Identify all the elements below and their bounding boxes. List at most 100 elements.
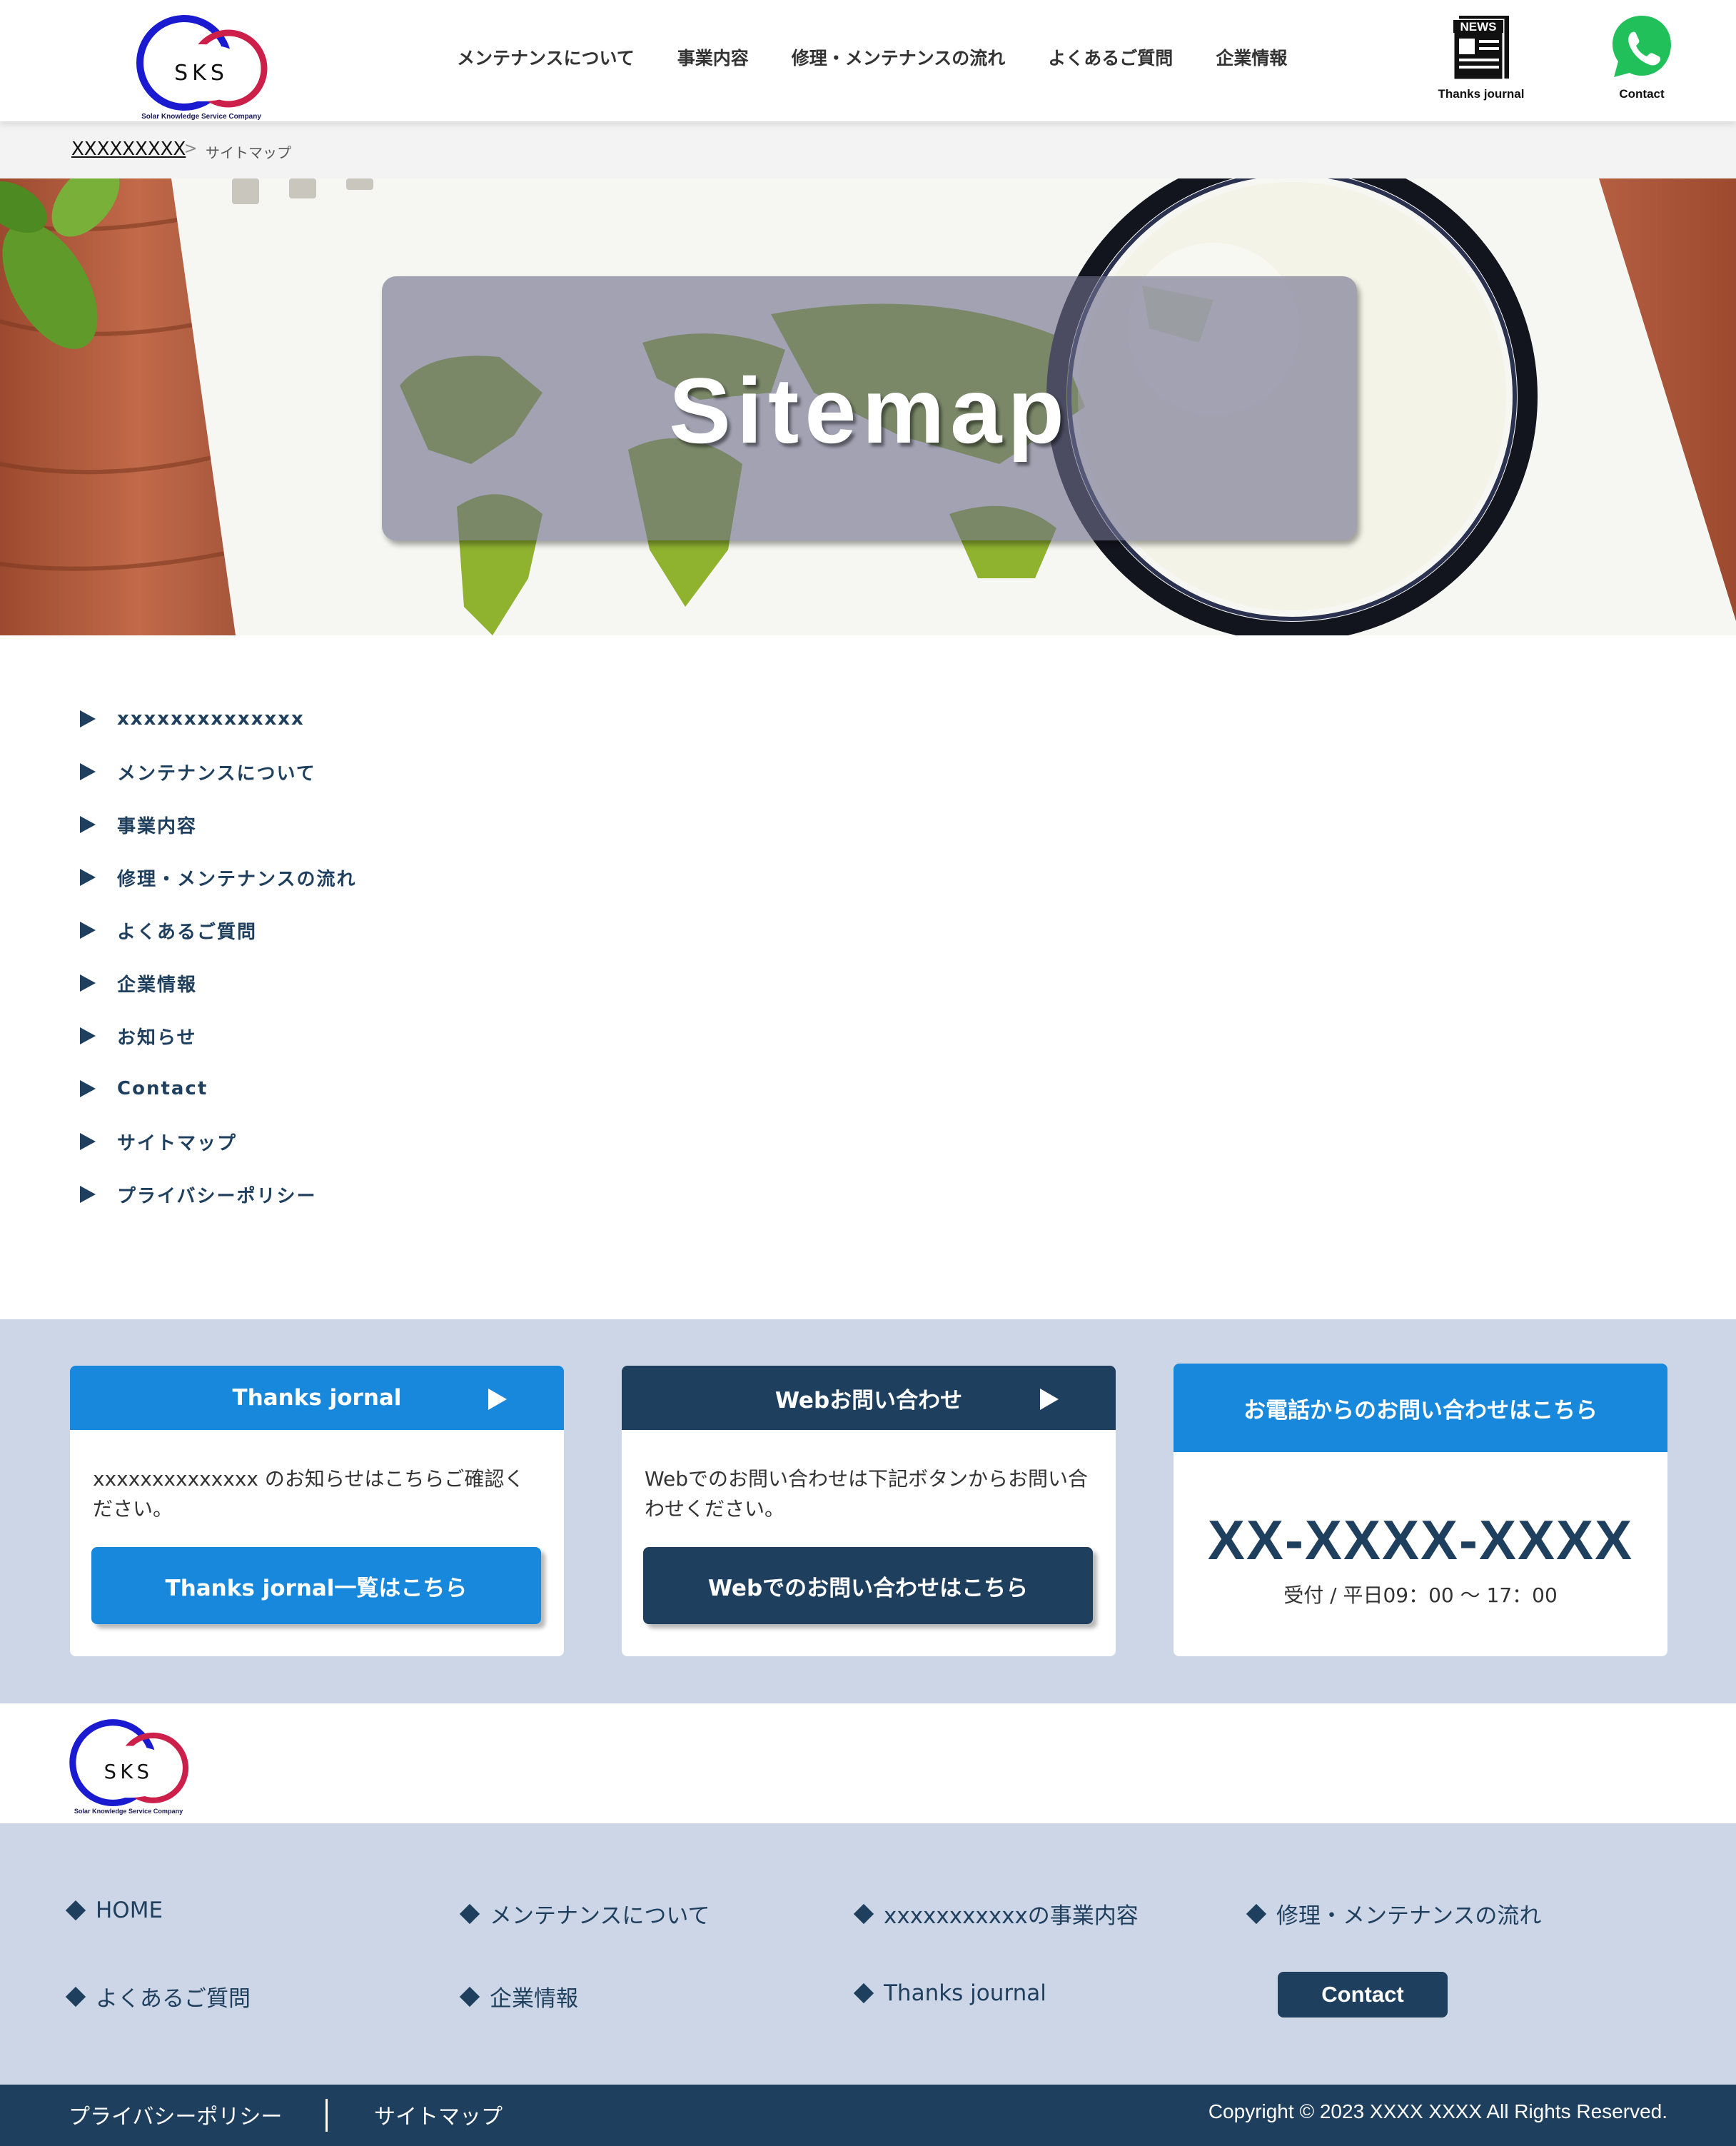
breadcrumb-home[interactable]: XXXXXXXXX [71,138,186,160]
footer-link-company[interactable]: 企業情報 [459,1980,578,2012]
footer-link-label: よくあるご質問 [96,1986,251,2012]
diamond-icon [853,1903,874,1924]
diamond-icon [459,1903,480,1924]
svg-text:Solar Knowledge Service Compan: Solar Knowledge Service Company [141,113,261,121]
svg-text:SKS: SKS [104,1761,153,1783]
sitemap-item-faq[interactable]: よくあるご質問 [80,904,356,957]
phone-hours: 受付 / 平日09：00 ～ 17：00 [1283,1583,1558,1607]
sitemap-item-label: 企業情報 [117,974,198,996]
privacy-policy-link[interactable]: プライバシーポリシー [69,2099,282,2130]
svg-text:Solar Knowledge Service Compan: Solar Knowledge Service Company [74,1808,183,1815]
diamond-icon [65,1986,86,2007]
play-arrow-icon [80,710,96,727]
breadcrumb-current: サイトマップ [206,144,291,161]
thanks-journal-card: Thanks jornal xxxxxxxxxxxxxx のお知らせはこちらご確… [70,1366,564,1656]
company-logo[interactable]: SKS Solar Knowledge Service Company [123,6,280,121]
copyright: Copyright © 2023 XXXX XXXX All Rights Re… [1208,2100,1667,2122]
thanks-journal-link[interactable]: NEWS Thanks journal [1428,10,1535,101]
footer-link-thanks-journal[interactable]: Thanks journal [853,1980,1046,2006]
phone-inquiry-card-header: お電話からのお問い合わせはこちら [1174,1364,1667,1452]
footer-link-business[interactable]: xxxxxxxxxxxの事業内容 [853,1898,1139,1930]
svg-text:NEWS: NEWS [1460,20,1497,34]
page-title: Sitemap [669,358,1070,463]
diamond-icon [1246,1903,1267,1924]
play-arrow-icon [80,1080,96,1097]
nav-faq[interactable]: よくあるご質問 [1048,44,1173,70]
whatsapp-icon [1613,16,1671,77]
footer-nav: HOME メンテナンスについて xxxxxxxxxxxの事業内容 修理・メンテナ… [0,1823,1736,2085]
sitemap-item-label: 事業内容 [117,815,198,837]
diamond-icon [459,1986,480,2007]
contact-label: Contact [1619,87,1665,101]
sitemap-item-label: Contact [117,1078,208,1099]
contact-cta-section: Thanks jornal xxxxxxxxxxxxxx のお知らせはこちらご確… [0,1319,1736,1703]
web-inquiry-button[interactable]: Webでのお問い合わせはこちら [643,1547,1093,1624]
sitemap-item-news[interactable]: お知らせ [80,1009,356,1062]
sitemap-item-label: プライバシーポリシー [117,1185,317,1207]
hero-banner: Sitemap [0,178,1736,635]
sitemap-link[interactable]: サイトマップ [374,2099,503,2130]
breadcrumb: XXXXXXXXX > サイトマップ [0,121,1736,178]
footer-link-label: 修理・メンテナンスの流れ [1276,1903,1542,1929]
play-arrow-icon [80,763,96,780]
footer-link-label: メンテナンスについて [490,1903,710,1929]
footer-link-maintenance[interactable]: メンテナンスについて [459,1898,710,1930]
footer-link-label: Thanks journal [884,1980,1046,2006]
sitemap-item-business[interactable]: 事業内容 [80,798,356,851]
diamond-icon [853,1983,874,2004]
footer-link-label: 企業情報 [490,1986,578,2012]
phone-number[interactable]: XX-XXXX-XXXX [1174,1508,1667,1573]
site-header: SKS Solar Knowledge Service Company メンテナ… [0,0,1736,121]
footer-link-label: HOME [96,1898,163,1923]
play-arrow-icon [80,974,96,992]
main-nav: メンテナンスについて 事業内容 修理・メンテナンスの流れ よくあるご質問 企業情… [457,44,1330,70]
sitemap-item-contact[interactable]: Contact [80,1062,356,1115]
phone-inquiry-card: お電話からのお問い合わせはこちら XX-XXXX-XXXX 受付 / 平日09：… [1174,1364,1667,1656]
contact-link[interactable]: Contact [1595,10,1688,101]
breadcrumb-separator: > [184,140,198,158]
sitemap-item-label: 修理・メンテナンスの流れ [117,868,357,890]
play-arrow-icon [1040,1389,1059,1410]
footer-divider [326,2099,328,2132]
play-arrow-icon [80,816,96,833]
play-arrow-icon [80,1186,96,1203]
newspaper-icon: NEWS [1452,16,1509,81]
sitemap-item-maintenance[interactable]: メンテナンスについて [80,745,356,798]
footer-link-faq[interactable]: よくあるご質問 [65,1980,251,2012]
web-inquiry-card-text: Webでのお問い合わせは下記ボタンからお問い合わせください。 [645,1467,1089,1521]
sitemap-item-label: xxxxxxxxxxxxxx [117,708,305,730]
play-arrow-icon [80,922,96,939]
sitemap-item-company[interactable]: 企業情報 [80,957,356,1009]
footer-link-repair-flow[interactable]: 修理・メンテナンスの流れ [1246,1898,1542,1930]
diamond-icon [65,1900,86,1921]
sitemap-item-sitemap[interactable]: サイトマップ [80,1115,356,1168]
footer-contact-button[interactable]: Contact [1278,1972,1448,2017]
phone-inquiry-card-title: お電話からのお問い合わせはこちら [1243,1397,1598,1424]
play-arrow-icon [80,1027,96,1044]
nav-business[interactable]: 事業内容 [677,44,749,70]
thanks-journal-card-text: xxxxxxxxxxxxxx のお知らせはこちらご確認ください。 [93,1467,525,1521]
sitemap-item-label: メンテナンスについて [117,762,316,785]
nav-maintenance[interactable]: メンテナンスについて [457,44,635,70]
nav-company[interactable]: 企業情報 [1216,44,1287,70]
web-inquiry-card-title: Webお問い合わせ [774,1387,963,1414]
svg-text:SKS: SKS [174,61,228,86]
footer-link-label: xxxxxxxxxxxの事業内容 [884,1903,1139,1929]
footer-bottom-bar: プライバシーポリシー サイトマップ Copyright © 2023 XXXX … [0,2085,1736,2146]
sitemap-item-repair-flow[interactable]: 修理・メンテナンスの流れ [80,851,356,904]
footer-logo[interactable]: SKS Solar Knowledge Service Company [57,1706,200,1820]
thanks-journal-card-header[interactable]: Thanks jornal [70,1366,564,1430]
sitemap-list: xxxxxxxxxxxxxx メンテナンスについて 事業内容 修理・メンテナンス… [80,692,356,1221]
thanks-journal-label: Thanks journal [1438,87,1525,101]
thanks-journal-list-button[interactable]: Thanks jornal一覧はこちら [91,1547,541,1624]
play-arrow-icon [80,1133,96,1150]
web-inquiry-card: Webお問い合わせ Webでのお問い合わせは下記ボタンからお問い合わせください。… [622,1366,1116,1656]
nav-repair-flow[interactable]: 修理・メンテナンスの流れ [792,44,1006,70]
sitemap-item-label: サイトマップ [117,1132,238,1154]
sitemap-item-label: よくあるご質問 [117,921,258,943]
sitemap-item-label: お知らせ [117,1027,197,1049]
sitemap-item-privacy[interactable]: プライバシーポリシー [80,1168,356,1221]
web-inquiry-card-header[interactable]: Webお問い合わせ [622,1366,1116,1430]
sitemap-item-home[interactable]: xxxxxxxxxxxxxx [80,692,356,745]
footer-link-home[interactable]: HOME [65,1898,163,1923]
